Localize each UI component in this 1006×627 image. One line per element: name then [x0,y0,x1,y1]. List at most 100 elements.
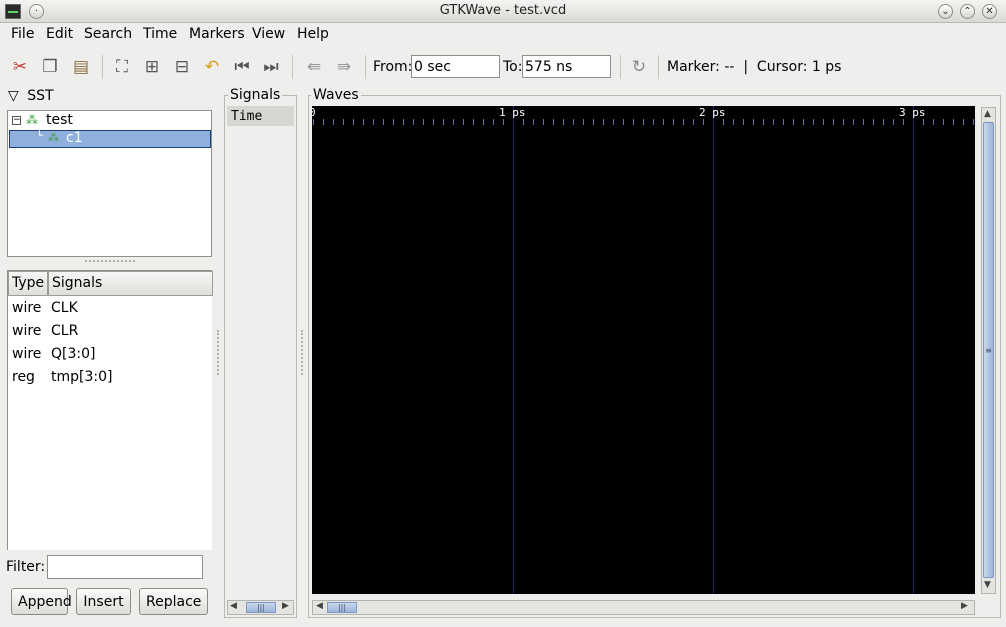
cut-icon[interactable]: ✂ [10,57,30,77]
time-minor-tick [893,119,894,125]
from-label: From: [373,59,413,75]
time-minor-tick [673,119,674,125]
title-bar: · GTKWave - test.vcd ⌄ ⌃ ✕ [0,0,1006,23]
filter-label: Filter: [6,559,46,575]
menu-view[interactable]: View [252,26,285,42]
scroll-left-icon[interactable]: ◀ [316,601,323,611]
minimize-icon[interactable]: ⌄ [938,4,953,19]
menu-file[interactable]: File [11,26,34,42]
paste-icon[interactable]: ▤ [71,57,91,77]
prev-edge-icon[interactable]: ⇚ [304,57,324,77]
toolbar: ✂ ❐ ▤ ⛶ ⊞ ⊟ ↶ ⏮ ⏭ ⇚ ⇛ From: To: ↻ Marker… [0,47,1006,85]
hierarchy-tree[interactable]: − ⁂ test └ ⁂ c1 [7,110,212,257]
signal-type: wire [12,346,42,362]
time-minor-tick [683,119,684,125]
tree-expander-icon[interactable]: − [12,116,21,125]
time-minor-tick [473,119,474,125]
time-minor-tick [393,119,394,125]
menu-time[interactable]: Time [143,26,177,42]
time-minor-tick [783,119,784,125]
filter-input[interactable] [47,555,203,579]
signal-row[interactable]: wire Q[3:0] [8,343,213,366]
pane-splitter[interactable] [301,330,304,375]
waves-vscrollbar[interactable]: ▲ ≡ ▼ [981,107,996,594]
undo-icon[interactable]: ↶ [202,57,222,77]
time-minor-tick [763,119,764,125]
scroll-thumb[interactable]: ≡ [983,122,994,578]
to-label: To: [503,59,523,75]
column-header-signals[interactable]: Signals [48,271,213,296]
time-minor-tick [353,119,354,125]
time-minor-tick [703,119,704,125]
time-tick-label: 2 ps [699,106,726,119]
time-minor-tick [453,119,454,125]
column-header-type[interactable]: Type [8,271,48,296]
to-input[interactable] [522,55,611,78]
close-icon[interactable]: ✕ [982,4,997,19]
time-minor-tick [573,119,574,125]
waves-pane-title: Waves [311,87,361,103]
scroll-up-icon[interactable]: ▲ [984,109,991,119]
time-minor-tick [693,119,694,125]
menu-markers[interactable]: Markers [189,26,245,42]
zoom-in-icon[interactable]: ⊞ [142,57,162,77]
time-tick-label: 3 ps [899,106,926,119]
time-minor-tick [733,119,734,125]
time-minor-tick [883,119,884,125]
replace-button[interactable]: Replace [139,588,208,615]
tree-item-c1[interactable]: └ ⁂ c1 [9,129,211,148]
scroll-down-icon[interactable]: ▼ [984,580,991,590]
signal-row-time[interactable]: Time [227,106,294,126]
signals-hscrollbar[interactable]: ◀ ||| ▶ [227,600,294,615]
reload-icon[interactable]: ↻ [629,57,649,77]
insert-button[interactable]: Insert [76,588,131,615]
menu-edit[interactable]: Edit [46,26,73,42]
collapse-arrow-icon[interactable]: ▽ [8,88,19,104]
menu-search[interactable]: Search [84,26,132,42]
zoom-out-icon[interactable]: ⊟ [172,57,192,77]
scroll-left-icon[interactable]: ◀ [230,601,237,611]
window-title: GTKWave - test.vcd [439,3,567,18]
go-start-icon[interactable]: ⏮ [232,57,252,77]
time-minor-tick [543,119,544,125]
from-input[interactable] [411,55,500,78]
module-icon: ⁂ [26,113,38,127]
sst-header[interactable]: ▽ SST [8,88,54,104]
next-edge-icon[interactable]: ⇛ [334,57,354,77]
signal-name: Q[3:0] [51,346,96,362]
tree-item-test[interactable]: test [46,112,73,128]
pane-splitter[interactable] [217,330,220,375]
time-minor-tick [753,119,754,125]
time-tick-label: 1 ps [499,106,526,119]
maximize-icon[interactable]: ⌃ [960,4,975,19]
zoom-fit-icon[interactable]: ⛶ [112,57,132,77]
time-minor-tick [863,119,864,125]
toolbar-separator [658,55,659,79]
time-tick-label: 0 [312,106,316,119]
time-minor-tick [323,119,324,125]
scroll-right-icon[interactable]: ▶ [282,601,289,611]
time-grid-line [913,106,914,594]
time-minor-tick [503,119,504,125]
signal-row[interactable]: reg tmp[3:0] [8,366,213,389]
signal-type: wire [12,300,42,316]
signal-list[interactable]: Type Signals wire CLK wire CLR wire Q[3:… [7,270,213,550]
scroll-thumb[interactable]: ||| [327,602,357,613]
scroll-thumb[interactable]: ||| [246,602,276,613]
time-minor-tick [843,119,844,125]
time-minor-tick [773,119,774,125]
signal-row[interactable]: wire CLK [8,297,213,320]
pane-splitter[interactable] [85,260,135,265]
signal-row-label: Time [231,109,263,124]
scroll-right-icon[interactable]: ▶ [961,601,968,611]
time-minor-tick [553,119,554,125]
signal-row[interactable]: wire CLR [8,320,213,343]
copy-icon[interactable]: ❐ [40,57,60,77]
waves-hscrollbar[interactable]: ◀ ||| ▶ [312,600,975,615]
menu-help[interactable]: Help [297,26,329,42]
go-end-icon[interactable]: ⏭ [261,57,281,77]
waveform-canvas[interactable]: 0 1 ps 2 ps 3 ps [312,106,975,594]
append-button[interactable]: Append [11,588,72,615]
time-minor-tick [643,119,644,125]
time-minor-tick [603,119,604,125]
